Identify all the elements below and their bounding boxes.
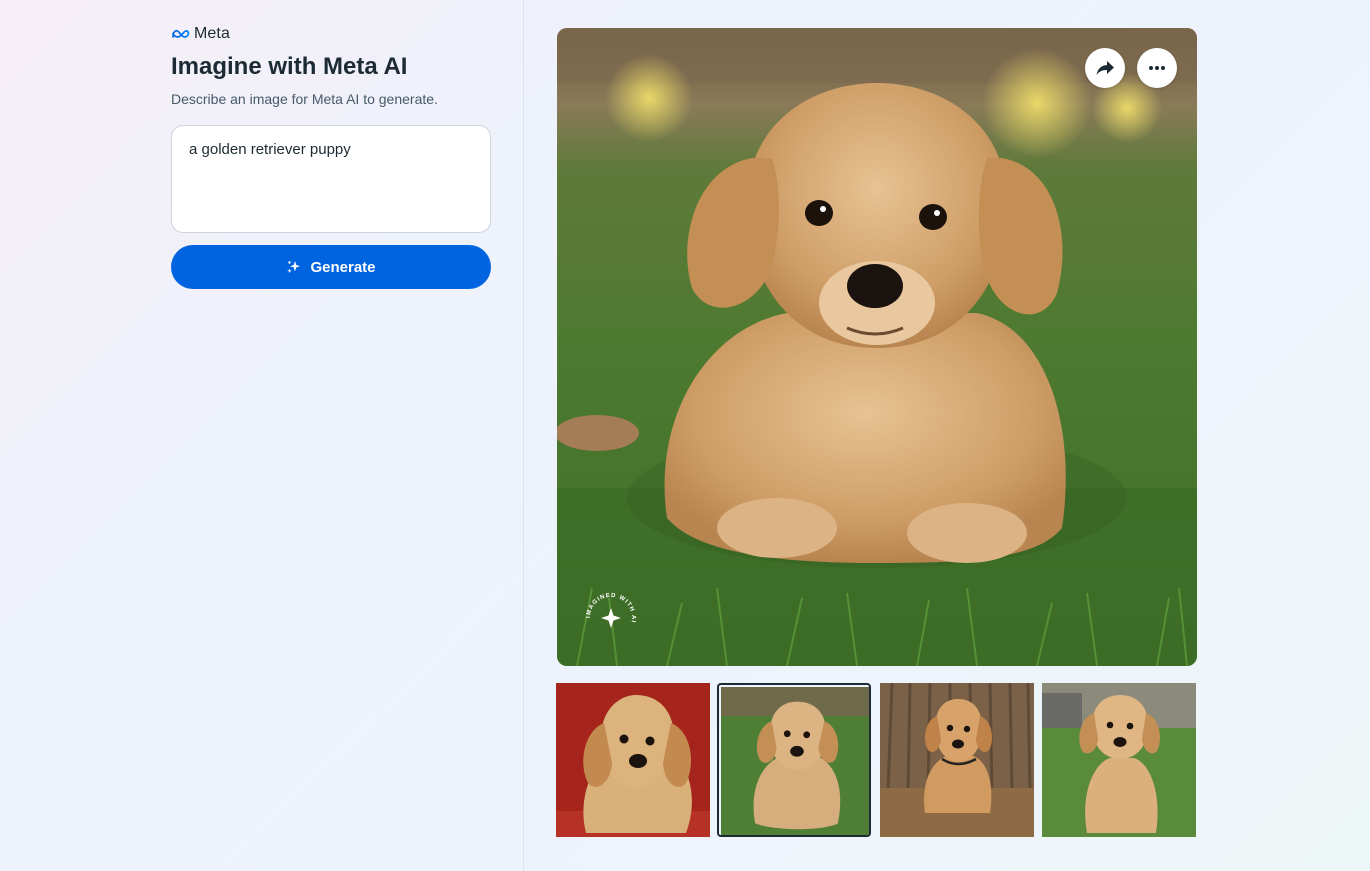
meta-infinity-logo-icon: [172, 29, 190, 38]
page-subtitle: Describe an image for Meta AI to generat…: [171, 91, 438, 107]
thumbnail-image: [721, 687, 869, 835]
generate-button-label: Generate: [310, 258, 376, 276]
brand-name: Meta: [194, 25, 230, 42]
page-title: Imagine with Meta AI: [171, 53, 408, 80]
more-dots-icon: [1149, 66, 1165, 70]
thumbnail-image: [1042, 683, 1196, 837]
sparkle-icon: [287, 261, 301, 274]
more-options-button[interactable]: [1137, 48, 1177, 88]
prompt-input[interactable]: a golden retriever puppy: [171, 125, 491, 233]
puppy-on-grass-image: [557, 28, 1197, 666]
thumbnail-strip: [556, 683, 1198, 839]
generate-button[interactable]: Generate: [171, 245, 491, 289]
thumbnail-image: [556, 683, 710, 837]
panel-divider: [523, 0, 524, 871]
meta-brand[interactable]: Meta: [171, 24, 491, 44]
thumbnail-3[interactable]: [880, 683, 1034, 837]
thumbnail-1[interactable]: [556, 683, 710, 837]
thumbnail-2[interactable]: [717, 683, 871, 837]
prompt-panel: Meta Imagine with Meta AI Describe an im…: [171, 24, 491, 289]
share-button[interactable]: [1085, 48, 1125, 88]
imagined-with-ai-watermark: IMAGINED WITH AI: [586, 593, 635, 628]
share-arrow-icon: [1096, 61, 1114, 75]
thumbnail-4[interactable]: [1042, 683, 1196, 837]
thumbnail-image: [880, 683, 1034, 837]
generated-image[interactable]: IMAGINED WITH AI: [557, 28, 1197, 666]
